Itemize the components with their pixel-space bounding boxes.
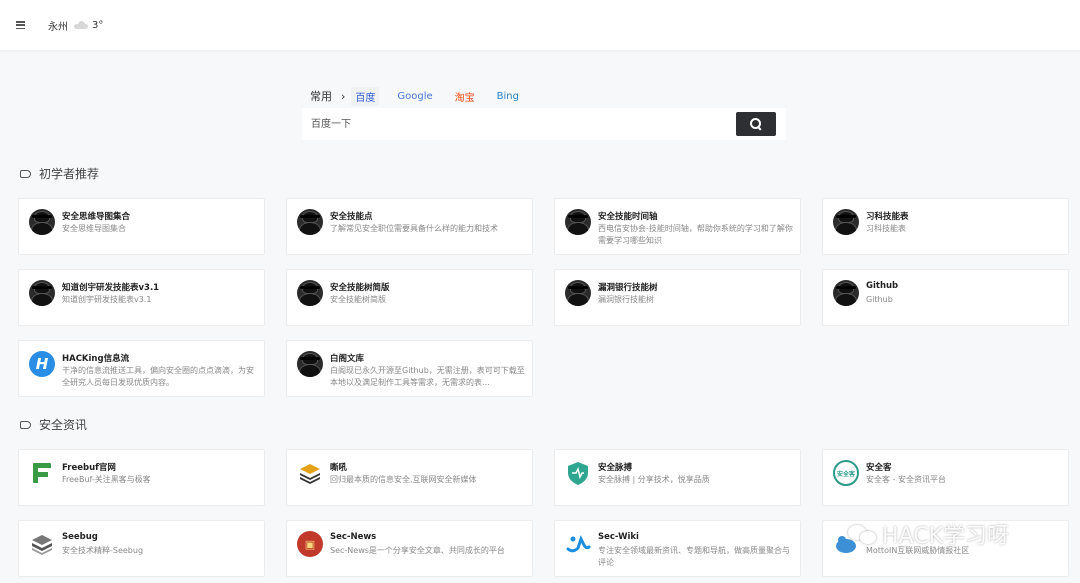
site-card[interactable]: 安全技能树简版 安全技能树简版 [286,269,533,326]
hamburger-menu-icon[interactable] [16,21,25,29]
hacker-avatar-icon [297,209,323,235]
card-title: 习科技能表 [866,212,909,222]
card-desc: 西电信安协会-技能时间轴，帮助你系统的学习和了解你需要学习哪些知识 [598,224,793,245]
site-card[interactable]: 安全客 安全客 安全客 - 安全资讯平台 [822,449,1069,506]
card-desc: 习科技能表 [866,224,906,233]
card-title: 安全技能时间轴 [598,212,658,222]
card-desc: 漏洞银行技能树 [598,295,654,304]
card-desc: 知道创宇研发技能表v3.1 [62,295,152,304]
hacker-avatar-icon [833,280,859,306]
hacker-avatar-icon [833,209,859,235]
section-title-beginner: 初学者推荐 [20,165,99,182]
seebug-logo-icon [29,531,55,557]
card-title: Seebug [62,532,98,542]
freebuf-logo-icon [29,460,55,486]
sec-wiki-logo-icon [565,531,591,557]
hacker-avatar-icon [297,280,323,306]
card-title: 嘶吼 [330,463,348,473]
wechat-icon [848,523,878,545]
card-title: Github [866,281,899,291]
hacker-avatar-icon [565,280,591,306]
chevron-right-icon: › [341,89,346,103]
site-card[interactable]: 安全思维导图集合 安全思维导图集合 [18,198,265,255]
card-desc: 回归最本质的信息安全,互联网安全新媒体 [330,475,477,484]
card-title: Freebuf官网 [62,463,116,473]
card-title: 安全客 [866,463,892,473]
card-title: Sec-Wiki [598,532,639,542]
hacker-avatar-icon [29,280,55,306]
site-card[interactable]: 安全技能时间轴 西电信安协会-技能时间轴，帮助你系统的学习和了解你需要学习哪些知… [554,198,801,255]
site-card[interactable]: 白阁文库 白阁现已永久开源至Github，无需注册，表可可下载至本地以及满足制作… [286,340,533,397]
card-desc: 安全技术精粹-Seebug [62,546,144,555]
section-title-text: 初学者推荐 [39,167,100,181]
hacking-logo-icon: H [29,351,55,377]
weather-temperature: 3° [92,19,104,31]
card-desc: Sec-News是一个分享安全文章、共同成长的平台 [330,546,505,555]
card-title: 安全技能点 [330,212,373,222]
card-desc: 安全思维导图集合 [62,224,126,233]
tag-icon [20,420,31,429]
search-button[interactable] [736,112,776,136]
card-desc: 干净的信息流推送工具，偏向安全圈的点点滴滴，为安全研究人员每日发现优质内容。 [62,366,254,387]
card-desc: 了解常见安全职位需要具备什么样的能力和技术 [330,224,498,233]
watermark-text: HACK学习呀 [882,524,1009,549]
tag-icon [20,169,31,178]
site-card[interactable]: 知道创宇研发技能表v3.1 知道创宇研发技能表v3.1 [18,269,265,326]
card-title: 知道创宇研发技能表v3.1 [62,283,160,293]
site-card[interactable]: H HACKing信息流 干净的信息流推送工具，偏向安全圈的点点滴滴，为安全研究… [18,340,265,397]
card-title: 白阁文库 [330,354,365,364]
watermark: HACK学习呀 [848,518,1009,550]
hacker-avatar-icon [297,351,323,377]
engine-tab-bing[interactable]: Bing [493,89,523,104]
card-desc: 专注安全领域最新资讯、专题和导航，做高质量聚合与评论 [598,546,790,567]
engine-tab-baidu[interactable]: 百度 [351,86,380,106]
site-card[interactable]: Github Github [822,269,1069,326]
search-icon [750,118,762,130]
search-engine-tabs: 常用 › 百度 Google 淘宝 Bing [302,86,786,106]
site-card[interactable]: 漏洞银行技能树 漏洞银行技能树 [554,269,801,326]
site-card[interactable]: Sec-Wiki 专注安全领域最新资讯、专题和导航，做高质量聚合与评论 [554,520,801,577]
card-title: 漏洞银行技能树 [598,283,658,293]
card-desc: FreeBuf-关注黑客与极客 [62,475,151,484]
site-card[interactable]: ▣ Sec-News Sec-News是一个分享安全文章、共同成长的平台 [286,520,533,577]
card-desc: Github [866,295,893,304]
site-card[interactable]: Freebuf官网 FreeBuf-关注黑客与极客 [18,449,265,506]
card-title: 安全思维导图集合 [62,212,131,222]
card-desc: 安全脉搏 | 分享技术，悦享品质 [598,475,710,484]
site-card[interactable]: 安全技能点 了解常见安全职位需要具备什么样的能力和技术 [286,198,533,255]
engine-tab-taobao[interactable]: 淘宝 [451,87,479,106]
card-desc: 安全客 - 安全资讯平台 [866,475,946,484]
hacker-avatar-icon [29,209,55,235]
weather-city: 永州 [48,21,68,33]
card-title: Sec-News [330,532,377,542]
section-title-news: 安全资讯 [20,416,87,433]
cloud-icon [74,21,88,29]
engine-tab-google[interactable]: Google [393,89,436,104]
site-card[interactable]: 安全脉搏 安全脉搏 | 分享技术，悦享品质 [554,449,801,506]
engine-group-label[interactable]: 常用 [310,88,332,104]
section-title-text: 安全资讯 [39,418,88,432]
card-title: 安全技能树简版 [330,283,390,293]
search-area: 常用 › 百度 Google 淘宝 Bing [302,86,786,140]
search-box [302,108,786,140]
card-title: 安全脉搏 [598,463,633,473]
card-desc: 安全技能树简版 [330,295,386,304]
site-card[interactable]: 嘶吼 回归最本质的信息安全,互联网安全新媒体 [286,449,533,506]
search-input[interactable] [302,108,722,140]
card-title: HACKing信息流 [62,354,130,364]
anquanke-logo-icon: 安全客 [833,460,859,486]
hacker-avatar-icon [565,209,591,235]
sec-news-logo-icon: ▣ [297,531,323,557]
card-desc: 白阁现已永久开源至Github，无需注册，表可可下载至本地以及满足制作工具等需求… [330,366,525,387]
site-card[interactable]: Seebug 安全技术精粹-Seebug [18,520,265,577]
shield-logo-icon [565,460,591,486]
top-bar: 永州 3° [0,0,1080,50]
layers-logo-icon [297,460,323,486]
site-card[interactable]: 习科技能表 习科技能表 [822,198,1069,255]
